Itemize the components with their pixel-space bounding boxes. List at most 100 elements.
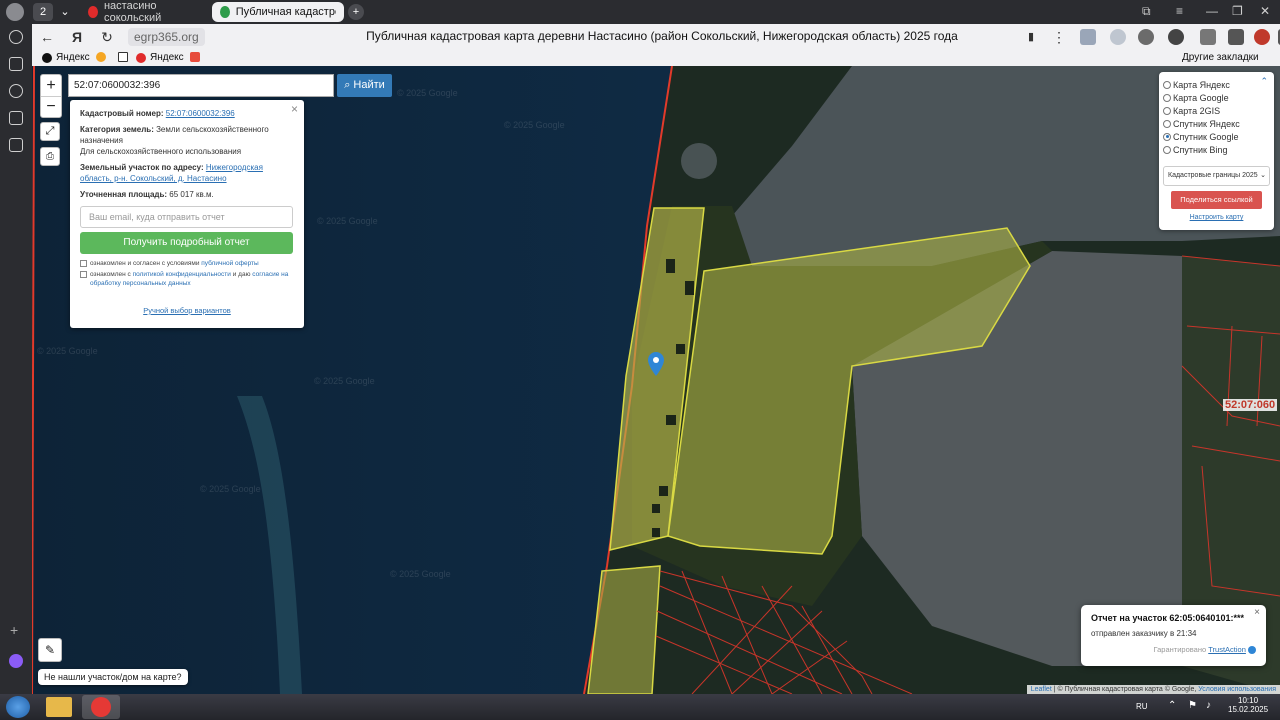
weather-extension-icon[interactable]: [1110, 29, 1126, 45]
tab-search[interactable]: настасино сокольский: [80, 0, 206, 24]
layer-option[interactable]: Карта Google: [1163, 91, 1270, 104]
map-watermark: © 2025 Google: [504, 120, 565, 130]
consent-privacy: ознакомлен с политикой конфиденциальност…: [80, 270, 294, 288]
layer-option[interactable]: Спутник Яндекс: [1163, 117, 1270, 130]
collections-icon[interactable]: [9, 57, 23, 71]
zoom-control: + −: [40, 74, 62, 118]
find-button[interactable]: ⌕ Найти: [337, 74, 392, 97]
tray-chevron-icon[interactable]: ⌃: [1168, 700, 1176, 711]
restore-button[interactable]: ❐: [1232, 4, 1243, 18]
history-icon[interactable]: [9, 30, 23, 44]
extensions-icon[interactable]: [1200, 29, 1216, 45]
radio[interactable]: [1163, 106, 1171, 115]
bookmark-yandex-2[interactable]: Яндекс: [136, 52, 184, 63]
bookmark-document[interactable]: [118, 52, 132, 62]
layer-option[interactable]: Карта 2GIS: [1163, 104, 1270, 117]
url-domain[interactable]: egrp365.org: [128, 28, 205, 46]
lines-icon[interactable]: ≡: [1176, 4, 1183, 18]
manual-selection-link[interactable]: Ручной выбор вариантов: [143, 306, 231, 315]
clock[interactable]: 10:10 15.02.2025: [1228, 696, 1268, 714]
zoom-in-button[interactable]: +: [41, 75, 61, 97]
mail-extension-icon[interactable]: [1080, 29, 1096, 45]
map-watermark: © 2025 Google: [317, 216, 378, 226]
fullscreen-icon[interactable]: ⤢: [40, 122, 60, 141]
tab-cadastral-map[interactable]: Публичная кадастровая: [212, 2, 344, 22]
chevron-up-icon[interactable]: ⌃: [1260, 76, 1268, 87]
layer-option[interactable]: Карта Яндекс: [1163, 78, 1270, 91]
language-indicator[interactable]: RU: [1136, 702, 1148, 711]
yandex-home-button[interactable]: Я: [68, 28, 86, 46]
other-bookmarks[interactable]: Другие закладки: [1182, 52, 1259, 63]
close-icon[interactable]: ×: [1254, 607, 1260, 618]
privacy-link[interactable]: политикой конфиденциальности: [133, 271, 231, 278]
add-panel-icon[interactable]: +: [10, 622, 18, 638]
vpn-extension-icon[interactable]: [1168, 29, 1184, 45]
location-pin-icon[interactable]: [648, 352, 664, 376]
media-icon[interactable]: [9, 84, 23, 98]
consent-privacy-checkbox[interactable]: [80, 271, 87, 278]
consent-offer-checkbox[interactable]: [80, 260, 87, 267]
radio[interactable]: [1163, 93, 1171, 102]
back-button[interactable]: ←: [38, 28, 56, 46]
map-watermark: © 2025 Google: [397, 88, 458, 98]
bookmark-yandex[interactable]: Яндекс: [42, 52, 90, 63]
radio[interactable]: [1163, 145, 1171, 154]
volume-icon[interactable]: ♪: [1206, 700, 1211, 711]
area-value: 65 017 кв.м.: [169, 190, 214, 199]
get-report-button[interactable]: Получить подробный отчет: [80, 232, 293, 254]
page-title[interactable]: Публичная кадастровая карта деревни Наст…: [282, 29, 1042, 43]
network-icon[interactable]: ⚑: [1188, 700, 1197, 711]
ruler-icon[interactable]: ✎: [38, 638, 62, 662]
trustaction-link[interactable]: TrustAction: [1208, 645, 1246, 654]
minimize-button[interactable]: —: [1206, 4, 1218, 18]
reading-list-icon[interactable]: [1228, 29, 1244, 45]
tab-label: настасино сокольский: [103, 0, 162, 24]
cadastral-search-input[interactable]: 52:07:0600032:396: [68, 74, 334, 97]
map-viewport[interactable]: © 2025 Google © 2025 Google © 2025 Googl…: [32, 66, 1280, 694]
setup-map-link[interactable]: Настроить карту: [1163, 214, 1270, 221]
radio[interactable]: [1163, 80, 1171, 89]
not-found-button[interactable]: Не нашли участок/дом на карте?: [38, 669, 188, 685]
bookmarks-panel-icon[interactable]: ⧉: [1142, 4, 1151, 19]
document-icon: [118, 52, 128, 62]
tabs-icon[interactable]: [9, 111, 23, 125]
close-icon[interactable]: ×: [291, 102, 298, 116]
yandex-icon: [136, 52, 146, 63]
adblock-extension-icon[interactable]: [1138, 29, 1154, 45]
chevron-down-icon[interactable]: ⌄: [55, 3, 75, 21]
tab-label: Публичная кадастровая: [235, 6, 336, 18]
clock-date: 15.02.2025: [1228, 705, 1269, 714]
layer-option[interactable]: Спутник Bing: [1163, 143, 1270, 156]
radio[interactable]: [1163, 132, 1171, 141]
start-button[interactable]: [6, 696, 30, 718]
share-link-button[interactable]: Поделиться ссылкой: [1171, 191, 1262, 209]
alice-icon[interactable]: [9, 654, 23, 668]
bookmark-check[interactable]: [190, 52, 204, 62]
reload-button[interactable]: ↻: [98, 28, 116, 46]
explorer-icon[interactable]: [46, 697, 72, 717]
radio[interactable]: [1163, 119, 1171, 128]
browser-logo-icon[interactable]: [6, 3, 24, 21]
taskbar-browser[interactable]: [82, 695, 120, 719]
overlay-select[interactable]: Кадастровые границы 2025 ⌄: [1163, 166, 1270, 186]
close-window-button[interactable]: ✕: [1260, 4, 1270, 18]
screenshot-icon[interactable]: [9, 138, 23, 152]
layer-option-selected[interactable]: Спутник Google: [1163, 130, 1270, 143]
terms-link[interactable]: Условия использования: [1198, 686, 1276, 693]
bookmark-icon[interactable]: ▮: [1022, 28, 1040, 46]
windows-taskbar: RU ⌃ ⚑ ♪ 10:10 15.02.2025: [0, 694, 1280, 720]
new-tab-button[interactable]: +: [348, 4, 364, 20]
bookmark-orange[interactable]: [96, 52, 110, 62]
usage-value: Для сельскохозяйственного использования: [80, 147, 242, 156]
cadnum-link[interactable]: 52:07:0600032:396: [166, 109, 235, 118]
zoom-out-button[interactable]: −: [41, 97, 61, 118]
circle-icon: [96, 52, 106, 62]
offer-link[interactable]: публичной оферты: [201, 260, 258, 267]
profile-extension-icon[interactable]: [1254, 29, 1270, 45]
consent-offer: ознакомлен и согласен с условиями публич…: [80, 259, 294, 268]
leaflet-link[interactable]: Leaflet: [1031, 686, 1052, 693]
print-icon[interactable]: ⎙: [40, 147, 60, 166]
tab-count-button[interactable]: 2: [33, 3, 53, 21]
email-field[interactable]: Ваш email, куда отправить отчет: [80, 206, 293, 228]
more-menu-icon[interactable]: ⋮: [1050, 28, 1068, 46]
